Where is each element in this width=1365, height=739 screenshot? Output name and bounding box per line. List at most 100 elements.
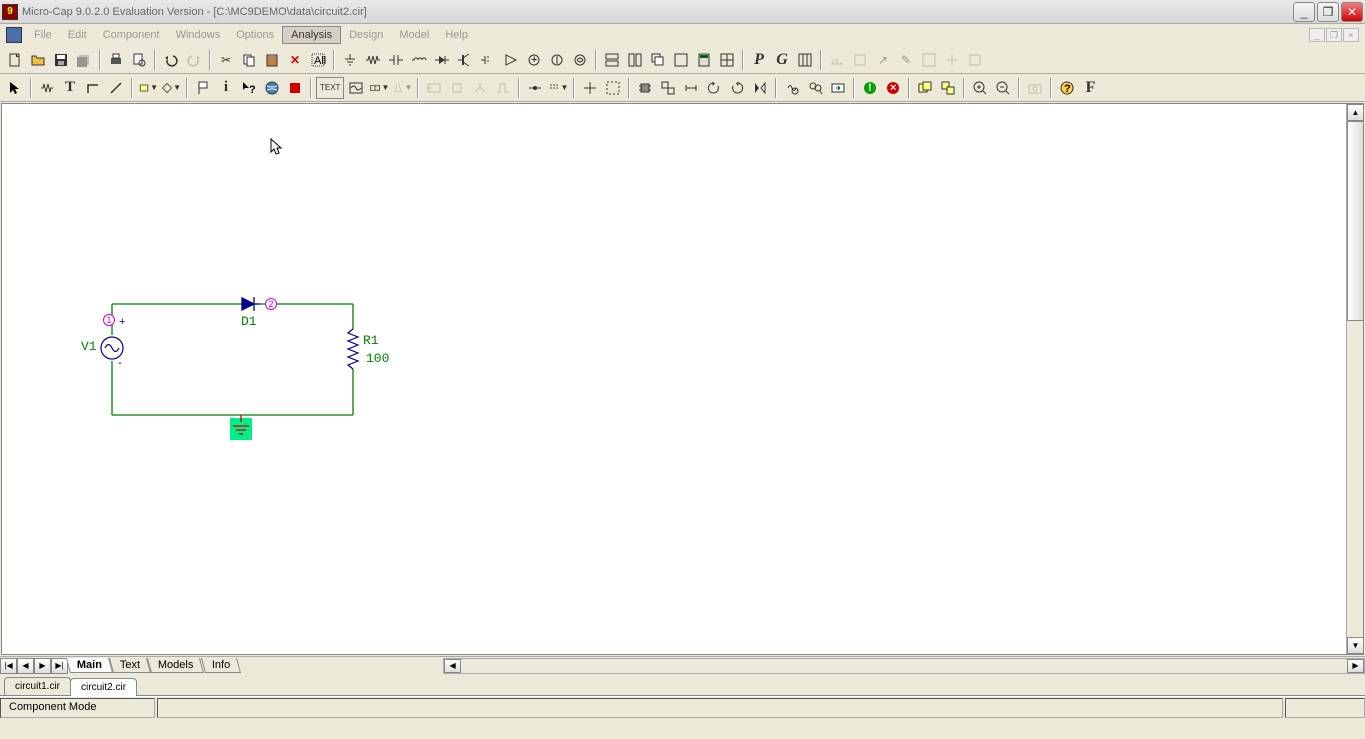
undo-icon[interactable]	[160, 49, 182, 71]
save-icon[interactable]	[50, 49, 72, 71]
tab-nav-prev[interactable]: ◀	[17, 658, 34, 674]
crosshair-icon[interactable]	[579, 77, 601, 99]
menu-windows[interactable]: Windows	[168, 27, 229, 43]
run-icon[interactable]: !	[859, 77, 881, 99]
file-tab-circuit2[interactable]: circuit2.cir	[70, 678, 137, 696]
help-cursor-icon[interactable]: ?	[238, 77, 260, 99]
flip-icon[interactable]	[749, 77, 771, 99]
stop-run-icon[interactable]: ×	[882, 77, 904, 99]
zoom-in-icon[interactable]	[969, 77, 991, 99]
branch-icon[interactable]	[469, 77, 491, 99]
menu-design[interactable]: Design	[341, 27, 391, 43]
select-mode-icon[interactable]	[4, 77, 26, 99]
redo-icon[interactable]	[183, 49, 205, 71]
waveform-box-icon[interactable]	[345, 77, 367, 99]
horizontal-scrollbar[interactable]: ◀ ▶	[443, 658, 1365, 674]
tab-info[interactable]: Info	[201, 658, 241, 673]
component-mode-icon[interactable]	[36, 77, 58, 99]
select-all-icon[interactable]: All	[307, 49, 329, 71]
file-tab-circuit1[interactable]: circuit1.cir	[4, 677, 71, 695]
menu-options[interactable]: Options	[228, 27, 282, 43]
calculator-icon[interactable]	[693, 49, 715, 71]
npn-icon[interactable]	[454, 49, 476, 71]
menu-model[interactable]: Model	[391, 27, 437, 43]
battery-icon[interactable]	[569, 49, 591, 71]
camera-icon[interactable]	[1024, 77, 1046, 99]
tab-nav-next[interactable]: ▶	[34, 658, 51, 674]
connector-icon[interactable]	[524, 77, 546, 99]
line-mode-icon[interactable]	[105, 77, 127, 99]
window-max-icon[interactable]	[670, 49, 692, 71]
dots-icon[interactable]: ▼	[547, 77, 569, 99]
maximize-button[interactable]: ❐	[1317, 2, 1339, 22]
find-component-icon[interactable]	[781, 77, 803, 99]
go-icon[interactable]	[827, 77, 849, 99]
tab-main[interactable]: Main	[66, 658, 113, 673]
tab-nav-first[interactable]: |◀	[0, 658, 17, 674]
menu-file[interactable]: File	[26, 27, 60, 43]
wire-mode-icon[interactable]	[82, 77, 104, 99]
menu-component[interactable]: Component	[95, 27, 168, 43]
globe-icon[interactable]	[261, 77, 283, 99]
tab-nav-last[interactable]: ▶|	[51, 658, 68, 674]
chip-icon[interactable]	[634, 77, 656, 99]
dimension-icon[interactable]	[680, 77, 702, 99]
source-i-icon[interactable]	[546, 49, 568, 71]
page-bounds-icon[interactable]	[602, 77, 624, 99]
flask-icon[interactable]: ▼	[391, 77, 413, 99]
scroll-down-button[interactable]: ▼	[1347, 637, 1364, 654]
p-button[interactable]: P	[748, 49, 770, 71]
scroll-right-button[interactable]: ▶	[1347, 659, 1364, 673]
source-v-icon[interactable]: +	[523, 49, 545, 71]
box-arrow-icon[interactable]	[446, 77, 468, 99]
delete-icon[interactable]: ✕	[284, 49, 306, 71]
measure-icon[interactable]: ▼	[368, 77, 390, 99]
menu-analysis[interactable]: Analysis	[282, 26, 341, 44]
new-file-icon[interactable]	[4, 49, 26, 71]
rotate-cw-icon[interactable]	[726, 77, 748, 99]
help-icon[interactable]: ?	[1056, 77, 1078, 99]
print-icon[interactable]	[105, 49, 127, 71]
mdi-close-button[interactable]: ×	[1343, 28, 1359, 42]
opamp-icon[interactable]	[500, 49, 522, 71]
shape-rect-icon[interactable]: ▼	[137, 77, 159, 99]
copy-icon[interactable]	[238, 49, 260, 71]
info-icon[interactable]: i	[215, 77, 237, 99]
vertical-scrollbar[interactable]: ▲ ▼	[1346, 104, 1363, 654]
mdi-minimize-button[interactable]: _	[1309, 28, 1325, 42]
rotate-ccw-icon[interactable]	[703, 77, 725, 99]
find-icon[interactable]	[804, 77, 826, 99]
capacitor-icon[interactable]	[385, 49, 407, 71]
group-icon[interactable]	[657, 77, 679, 99]
font-icon[interactable]: F	[1079, 77, 1101, 99]
scroll-up-button[interactable]: ▲	[1347, 104, 1364, 121]
menu-help[interactable]: Help	[437, 27, 476, 43]
window-tile-h-icon[interactable]	[601, 49, 623, 71]
inductor-icon[interactable]	[408, 49, 430, 71]
grid-window-icon[interactable]	[794, 49, 816, 71]
grid-icon[interactable]	[716, 49, 738, 71]
paste-icon[interactable]	[261, 49, 283, 71]
flag-icon[interactable]	[192, 77, 214, 99]
shape-diamond-icon[interactable]: ▼	[160, 77, 182, 99]
window-cascade-icon[interactable]	[647, 49, 669, 71]
box-left-icon[interactable]	[423, 77, 445, 99]
mdi-restore-button[interactable]: ❐	[1326, 28, 1342, 42]
pulse-icon[interactable]	[492, 77, 514, 99]
minimize-button[interactable]: _	[1293, 2, 1315, 22]
g-button[interactable]: G	[771, 49, 793, 71]
zoom-out-icon[interactable]	[992, 77, 1014, 99]
print-preview-icon[interactable]	[128, 49, 150, 71]
mosfet-icon[interactable]	[477, 49, 499, 71]
stop-icon[interactable]	[284, 77, 306, 99]
open-file-icon[interactable]	[27, 49, 49, 71]
diode-icon[interactable]	[431, 49, 453, 71]
cut-icon[interactable]: ✂	[215, 49, 237, 71]
menu-edit[interactable]: Edit	[60, 27, 95, 43]
close-button[interactable]: ✕	[1341, 2, 1363, 22]
tab-text[interactable]: Text	[109, 658, 151, 673]
scroll-left-button[interactable]: ◀	[444, 659, 461, 673]
schematic-canvas[interactable]: + - 1 2 V1 D1 R1 100 ▲	[1, 103, 1364, 655]
text-label-icon[interactable]: TEXT	[316, 77, 344, 99]
scroll-thumb[interactable]	[1347, 121, 1364, 321]
